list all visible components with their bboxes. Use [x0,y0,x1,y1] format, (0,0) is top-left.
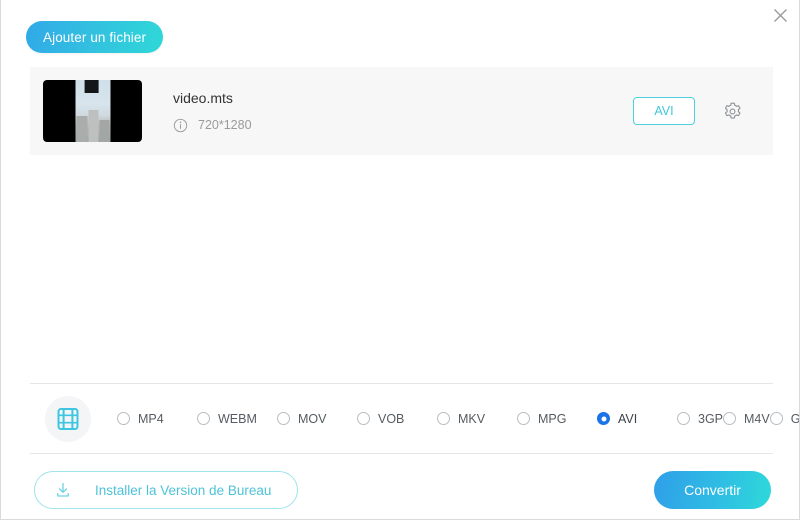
install-button-label: Installer la Version de Bureau [95,482,272,498]
format-radio-avi[interactable]: AVI [597,412,677,426]
format-radio-gif[interactable]: GIF [769,411,800,426]
format-radio-vob[interactable]: VOB [357,412,437,426]
radio-indicator [437,412,450,425]
format-radio-label: MP4 [138,411,164,426]
format-radio-m4v[interactable]: M4V [723,412,770,426]
radio-indicator [117,412,130,425]
radio-indicator [677,412,690,425]
radio-indicator [357,412,370,425]
format-radio-webm[interactable]: WEBM [197,412,277,426]
footer-divider [30,453,773,454]
radio-indicator [597,412,610,425]
format-radio-label: M4V [744,411,770,426]
info-circle-icon [173,118,188,132]
file-list-item[interactable]: video.mts 720*1280 AVI [30,67,773,155]
format-radio-label: MOV [298,411,327,426]
video-thumbnail [43,80,142,142]
install-desktop-version-button[interactable]: Installer la Version de Bureau [34,471,299,509]
format-radio-label: GIF [790,411,800,426]
format-radio-mp4[interactable]: MP4 [117,412,197,426]
film-strip-icon [57,407,79,430]
radio-indicator [277,412,290,425]
format-radio-mpg[interactable]: MPG [517,412,597,426]
close-button[interactable] [767,2,793,28]
format-radio-mov[interactable]: MOV [277,412,357,426]
gear-icon [724,102,740,119]
file-list: video.mts 720*1280 AVI [30,67,773,155]
file-format-button[interactable]: AVI [633,97,695,125]
radio-indicator [723,412,737,425]
file-resolution-line: 720*1280 [173,118,633,133]
file-meta: video.mts 720*1280 [173,90,633,133]
file-settings-button[interactable] [719,98,745,124]
format-radio-label: AVI [618,411,638,426]
close-icon [773,8,787,22]
radio-indicator [197,412,210,425]
converter-window: Ajouter un fichier video.mts 720*1280 AV… [0,0,800,520]
format-radio-mkv[interactable]: MKV [437,412,517,426]
video-category-button[interactable] [45,395,91,442]
file-name: video.mts [173,89,233,106]
download-icon [57,482,69,497]
format-radio-3gp[interactable]: 3GP [677,412,723,426]
format-radio-label: MPG [538,411,567,426]
add-file-button[interactable]: Ajouter un fichier [26,21,164,53]
radio-indicator [769,412,783,425]
format-radio-group: MP4 WEBM MOV VOB MKV MPG AVI 3GP M4V G [117,405,800,432]
format-radio-label: MKV [458,411,486,426]
format-radio-label: VOB [378,411,405,426]
format-radio-label: WEBM [218,411,257,426]
file-resolution: 720*1280 [198,118,252,132]
output-format-panel: MP4 WEBM MOV VOB MKV MPG AVI 3GP M4V G [30,383,799,453]
radio-indicator [517,412,530,425]
format-radio-label: 3GP [698,411,724,426]
convert-button[interactable]: Convertir [654,471,771,509]
